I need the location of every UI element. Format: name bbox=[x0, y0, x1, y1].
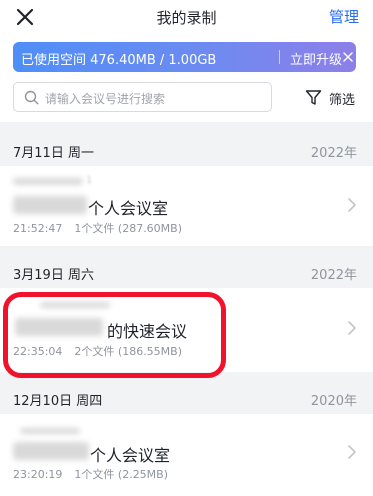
date-group-header: 3月19日 周六 2022年 bbox=[0, 256, 373, 288]
group-year: 2020年 bbox=[310, 394, 357, 409]
recording-time: 23:20:19 bbox=[13, 468, 63, 481]
recording-name: 个人会议室 bbox=[90, 446, 171, 465]
manage-button[interactable]: 管理 bbox=[329, 6, 359, 27]
group-date: 3月19日 周六 bbox=[13, 268, 94, 283]
storage-divider bbox=[279, 50, 280, 64]
storage-area: 已使用空间 476.40MB / 1.00GB 立即升级 bbox=[0, 36, 373, 76]
recording-row[interactable]: 个人会议室 23:20:19 1个文件 (2.25MB) bbox=[0, 414, 373, 496]
recording-meta: 23:20:19 1个文件 (2.25MB) bbox=[13, 466, 168, 482]
group-year: 2022年 bbox=[310, 268, 357, 283]
chevron-right-icon bbox=[348, 198, 356, 212]
storage-usage-text: 已使用空间 476.40MB / 1.00GB bbox=[21, 53, 217, 68]
filter-label: 筛选 bbox=[329, 93, 356, 108]
recording-files: 1个文件 (287.60MB) bbox=[74, 222, 183, 235]
date-group-header: 12月10日 周四 2020年 bbox=[0, 382, 373, 414]
highlight-annotation bbox=[3, 292, 226, 378]
search-placeholder: 请输入会议号进行搜索 bbox=[45, 92, 166, 106]
banner-close-icon[interactable] bbox=[343, 52, 353, 62]
meeting-id-fragment: 1 bbox=[86, 175, 94, 186]
group-year: 2022年 bbox=[310, 146, 357, 161]
group-date: 7月11日 周一 bbox=[13, 146, 94, 161]
top-bar: 我的录制 管理 bbox=[0, 0, 373, 36]
search-area: 请输入会议号进行搜索 筛选 bbox=[0, 76, 373, 122]
redacted-meeting-id bbox=[13, 178, 83, 185]
search-icon bbox=[24, 90, 39, 105]
recording-name: 个人会议室 bbox=[88, 199, 169, 218]
recording-time: 21:52:47 bbox=[13, 222, 63, 235]
filter-icon bbox=[305, 90, 322, 105]
search-input[interactable]: 请输入会议号进行搜索 bbox=[13, 82, 272, 112]
recording-row[interactable]: 1 个人会议室 21:52:47 1个文件 (287.60MB) bbox=[0, 166, 373, 246]
chevron-right-icon bbox=[348, 445, 356, 459]
recording-meta: 21:52:47 1个文件 (287.60MB) bbox=[13, 220, 182, 236]
redacted-name bbox=[13, 442, 89, 460]
group-date: 12月10日 周四 bbox=[13, 394, 103, 409]
redacted-name bbox=[13, 196, 87, 214]
page-title: 我的录制 bbox=[156, 9, 217, 27]
redacted-meeting-id bbox=[20, 428, 80, 434]
recording-files: 1个文件 (2.25MB) bbox=[74, 468, 169, 481]
chevron-right-icon bbox=[348, 321, 356, 335]
storage-banner: 已使用空间 476.40MB / 1.00GB 立即升级 bbox=[13, 42, 356, 72]
upgrade-button[interactable]: 立即升级 bbox=[290, 49, 342, 68]
date-group-header: 7月11日 周一 2022年 bbox=[0, 134, 373, 166]
